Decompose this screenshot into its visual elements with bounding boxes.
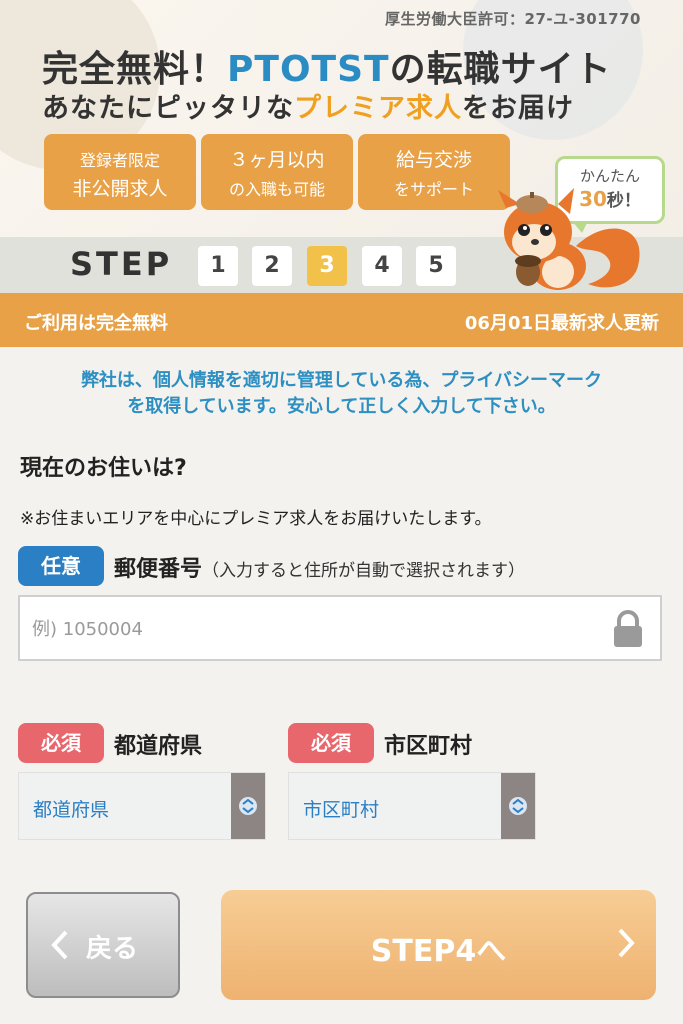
- next-step-label: STEP4へ: [370, 934, 507, 969]
- headline-sub: あなたにピッタリなプレミア求人をお届け: [42, 93, 574, 124]
- step-indicator-3-active: 3: [307, 246, 347, 286]
- premium-highlight: プレミア求人: [294, 93, 462, 124]
- step-label: STEP: [70, 245, 173, 283]
- zip-hint: （入力すると住所が自動で選択されます）: [202, 561, 526, 581]
- select-arrow-icon: [231, 773, 265, 839]
- back-button[interactable]: 戻る: [26, 892, 180, 998]
- prefecture-select[interactable]: 都道府県: [18, 772, 266, 840]
- chevron-left-icon: [48, 928, 70, 969]
- prefecture-label: 都道府県: [114, 734, 203, 759]
- city-selected-value: 市区町村: [303, 799, 380, 821]
- info-strip: ご利用は完全無料 06月01日最新求人更新: [0, 293, 683, 347]
- step-indicator-2: 2: [252, 246, 292, 286]
- headline-main: 完全無料！PTOTSTの転職サイト: [42, 49, 612, 90]
- question-note: ※お住まいエリアを中心にプレミア求人をお届けいたします。: [20, 509, 492, 529]
- zip-input[interactable]: [30, 611, 594, 647]
- free-service-notice: ご利用は完全無料: [24, 313, 168, 334]
- license-number: 厚生労働大臣許可：27-ユ-301770: [385, 10, 641, 28]
- prefecture-selected-value: 都道府県: [33, 799, 110, 821]
- lock-icon: [614, 610, 642, 647]
- step-indicator-5: 5: [416, 246, 456, 286]
- zip-label: 郵便番号（入力すると住所が自動で選択されます）: [114, 557, 526, 582]
- city-label: 市区町村: [384, 734, 473, 759]
- next-step-button[interactable]: STEP4へ: [221, 890, 656, 1000]
- feature-badge-private-jobs: 登録者限定 非公開求人: [44, 134, 196, 210]
- step-indicator-4: 4: [362, 246, 402, 286]
- city-select[interactable]: 市区町村: [288, 772, 536, 840]
- question-title: 現在のお住いは?: [20, 456, 187, 481]
- feature-badge-quick-start: ３ヶ月以内 の入職も可能: [201, 134, 353, 210]
- required-badge-city: 必須: [288, 723, 374, 763]
- squirrel-mascot-icon: [498, 188, 640, 290]
- chevron-right-icon: [616, 926, 638, 968]
- required-badge-prefecture: 必須: [18, 723, 104, 763]
- privacy-notice: 弊社は、個人情報を適切に管理している為、プライバシーマーク を取得しています。安…: [80, 370, 603, 417]
- brand-name: PTOTST: [227, 49, 390, 90]
- update-date: 06月01日最新求人更新: [464, 313, 659, 334]
- back-button-label: 戻る: [86, 934, 139, 964]
- select-arrow-icon: [501, 773, 535, 839]
- step-indicator-1: 1: [198, 246, 238, 286]
- optional-badge: 任意: [18, 546, 104, 586]
- zip-field-container: [18, 595, 662, 661]
